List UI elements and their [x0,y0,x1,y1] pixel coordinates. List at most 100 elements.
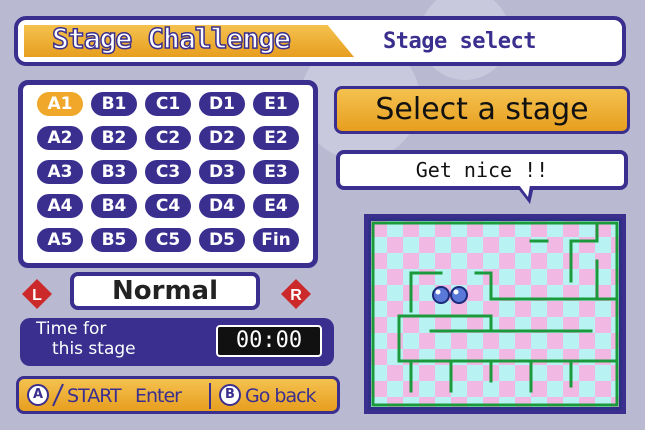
map-tile [467,253,483,269]
map-tile [515,333,531,349]
stage-button[interactable]: D2 [199,126,245,150]
map-tile [435,269,451,285]
map-tile [579,365,595,381]
stage-button[interactable]: C3 [145,160,191,184]
map-tile [531,365,547,381]
stage-button[interactable]: D4 [199,194,245,218]
stage-select-screen: Stage Challenge Stage select A1 B1 C1 D1 E1 A… [0,0,645,430]
map-tile [387,333,403,349]
map-tile [467,285,483,301]
map-tile [451,381,467,397]
map-tile [387,285,403,301]
map-tile [435,333,451,349]
stage-button[interactable]: C4 [145,194,191,218]
map-tile [387,365,403,381]
map-tile [531,253,547,269]
map-tile [467,381,483,397]
map-tile [515,301,531,317]
map-tile [467,269,483,285]
map-tile [547,333,563,349]
map-tiles [371,221,619,407]
map-tile [531,381,547,397]
map-tile [515,269,531,285]
map-tile [499,253,515,269]
stage-button[interactable]: B5 [91,228,137,252]
map-tile [483,333,499,349]
stage-button[interactable]: A3 [37,160,83,184]
stage-button[interactable]: E1 [253,92,299,116]
map-tile [531,333,547,349]
map-tile [387,269,403,285]
stage-button[interactable]: B4 [91,194,137,218]
map-tile [547,237,563,253]
map-tile [467,237,483,253]
control-hints: A START Enter B Go back [16,376,340,414]
stage-button[interactable]: D1 [199,92,245,116]
stage-button[interactable]: C5 [145,228,191,252]
stage-button[interactable]: C2 [145,126,191,150]
map-tile [579,349,595,365]
map-tile [435,237,451,253]
map-tile [419,269,435,285]
go-back-hint[interactable]: Go back [245,385,317,407]
map-tile [403,253,419,269]
hint-divider [209,383,211,409]
map-tile [563,301,579,317]
stage-map-preview [364,214,626,414]
stage-button[interactable]: B3 [91,160,137,184]
map-tile [579,253,595,269]
stage-button[interactable]: E3 [253,160,299,184]
a-button-icon: A [27,384,49,406]
map-tile [419,365,435,381]
map-tile [419,349,435,365]
map-tile [595,333,611,349]
map-tile [531,269,547,285]
l-button-icon[interactable]: L [20,277,54,311]
map-tile [403,333,419,349]
stage-button[interactable]: E2 [253,126,299,150]
map-tile [499,381,515,397]
l-button-label: L [32,287,42,304]
map-tile [387,237,403,253]
map-tile [547,349,563,365]
map-tile [419,333,435,349]
r-button-icon[interactable]: R [279,277,313,311]
map-tile [595,317,611,333]
stage-button[interactable]: D5 [199,228,245,252]
map-tile [387,253,403,269]
map-tile [419,253,435,269]
stage-button[interactable]: C1 [145,92,191,116]
speech-bubble: Get nice !! [336,150,628,190]
stage-button[interactable]: B1 [91,92,137,116]
stage-button[interactable]: A4 [37,194,83,218]
map-tile [499,333,515,349]
stage-button[interactable]: A1 [37,92,83,116]
header-bar: Stage Challenge Stage select [14,16,626,66]
stage-button[interactable]: B2 [91,126,137,150]
map-tile [563,333,579,349]
slash-icon [52,383,64,407]
map-tile [515,349,531,365]
enter-hint[interactable]: Enter [135,385,182,407]
map-tile [435,381,451,397]
map-tile [499,349,515,365]
map-tile [499,365,515,381]
start-hint: START [67,385,122,407]
timer-label: Time for this stage [36,319,226,359]
map-tile [467,365,483,381]
map-tile [547,301,563,317]
map-tile [515,381,531,397]
map-tile [579,301,595,317]
stage-button[interactable]: A2 [37,126,83,150]
map-tile [499,237,515,253]
map-tile [547,253,563,269]
stage-button[interactable]: D3 [199,160,245,184]
stage-button[interactable]: Fin [253,228,299,252]
stage-button[interactable]: A5 [37,228,83,252]
map-tile [451,349,467,365]
map-tile [547,269,563,285]
r-button-label: R [290,287,302,304]
map-tile [451,269,467,285]
stage-button[interactable]: E4 [253,194,299,218]
timer-label-line1: Time for [36,319,107,339]
